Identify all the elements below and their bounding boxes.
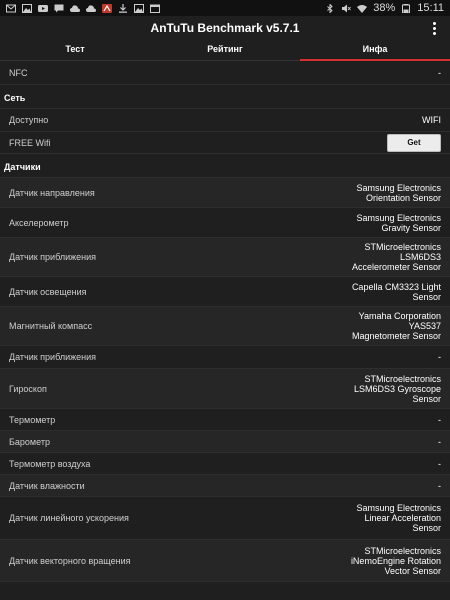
row-label: Термометр воздуха [9, 458, 91, 469]
row-label: FREE Wifi [9, 137, 51, 148]
image-icon [22, 3, 32, 13]
row-value: Samsung Electronics Orientation Sensor [356, 182, 441, 203]
calendar-icon [150, 4, 160, 13]
list-item: Барометр - [0, 431, 450, 453]
free-wifi-row: FREE Wifi Get [0, 132, 450, 154]
youtube-icon [38, 4, 48, 13]
list-item: Термометр воздуха - [0, 453, 450, 475]
row-value: Samsung Electronics Gravity Sensor [356, 212, 441, 233]
info-list[interactable]: NFC - Сеть Доступно WIFI FREE Wifi Get Д… [0, 61, 450, 600]
system-icons: 38% 15:11 [325, 2, 444, 14]
battery-icon [401, 3, 411, 13]
list-item: Датчик линейного ускорения Samsung Elect… [0, 497, 450, 540]
clock: 15:11 [417, 2, 444, 14]
network-available-row: Доступно WIFI [0, 109, 450, 132]
list-item: Магнитный компасс Yamaha Corporation YAS5… [0, 307, 450, 346]
tab-rating[interactable]: Рейтинг [150, 40, 300, 60]
row-label: Датчик приближения [9, 252, 97, 262]
row-value: - [438, 480, 441, 491]
row-value: Samsung Electronics Linear Acceleration Se… [356, 503, 441, 533]
list-item: Датчик приближения STMicroelectronics LSM… [0, 238, 450, 277]
row-value: Yamaha Corporation YAS537 Magnetometer Sen… [351, 311, 441, 341]
row-label: Гироскоп [9, 383, 47, 394]
bluetooth-icon [325, 3, 335, 13]
wifi-icon [357, 4, 368, 13]
battery-percent: 38% [373, 2, 396, 14]
row-label: Акселерометр [9, 217, 69, 228]
row-value: WIFI [422, 115, 441, 125]
row-label: NFC [9, 67, 28, 78]
list-item: Гироскоп STMicroelectronics LSM6DS3 Gyros… [0, 369, 450, 409]
network-section-header: Сеть [0, 85, 450, 109]
tab-bar: Тест Рейтинг Инфа [0, 40, 450, 61]
row-value: Capella CM3323 Light Sensor [351, 281, 441, 302]
get-wifi-button[interactable]: Get [387, 133, 441, 152]
row-value: STMicroelectronics iNemoEngine Rotation Ve… [350, 545, 441, 576]
list-item: Акселерометр Samsung Electronics Gravity … [0, 208, 450, 238]
row-value: - [438, 436, 441, 447]
list-item: Датчик освещения Capella CM3323 Light Sen… [0, 277, 450, 307]
row-label: Датчик приближения [9, 352, 97, 362]
row-label: Датчик влажности [9, 480, 85, 491]
row-label: Датчик линейного ускорения [9, 513, 129, 523]
cloud-icon [70, 4, 80, 13]
message-icon [54, 4, 64, 13]
status-bar: 38% 15:11 [0, 0, 450, 16]
list-item: Датчик векторного вращения STMicroelectr… [0, 540, 450, 582]
row-label: Датчик векторного вращения [9, 555, 131, 566]
image-icon [134, 3, 144, 13]
list-item: Датчик влажности - [0, 475, 450, 497]
nfc-row: NFC - [0, 61, 450, 85]
row-label: Датчик освещения [9, 286, 87, 297]
app-title: AnTuTu Benchmark v5.7.1 [150, 21, 300, 35]
row-label: Термометр [9, 414, 56, 425]
tab-info[interactable]: Инфа [300, 40, 450, 61]
mail-icon [6, 4, 16, 13]
row-value: - [438, 67, 441, 78]
app-bar: AnTuTu Benchmark v5.7.1 [0, 16, 450, 40]
row-label: Барометр [9, 436, 50, 447]
row-value: STMicroelectronics LSM6DS3 Accelerometer S… [351, 242, 441, 272]
list-item: Датчик направления Samsung Electronics Or… [0, 178, 450, 208]
download-icon [118, 3, 128, 13]
overflow-menu-button[interactable] [428, 18, 440, 38]
cloud-icon [86, 4, 96, 13]
list-item: Термометр - [0, 409, 450, 431]
sensors-section-header: Датчики [0, 154, 450, 178]
list-item: Датчик приближения - [0, 346, 450, 369]
row-value: - [438, 414, 441, 425]
row-value: STMicroelectronics LSM6DS3 Gyroscope Senso… [353, 373, 441, 404]
notification-icons [6, 3, 160, 13]
row-value: - [438, 458, 441, 469]
more-vert-icon [432, 21, 436, 25]
row-label: Датчик направления [9, 187, 95, 198]
antutu-icon [102, 3, 112, 13]
row-label: Доступно [9, 115, 49, 125]
tab-test[interactable]: Тест [0, 40, 150, 60]
row-label: Магнитный компасс [9, 321, 93, 331]
mute-icon [341, 4, 352, 13]
row-value: - [438, 352, 441, 362]
